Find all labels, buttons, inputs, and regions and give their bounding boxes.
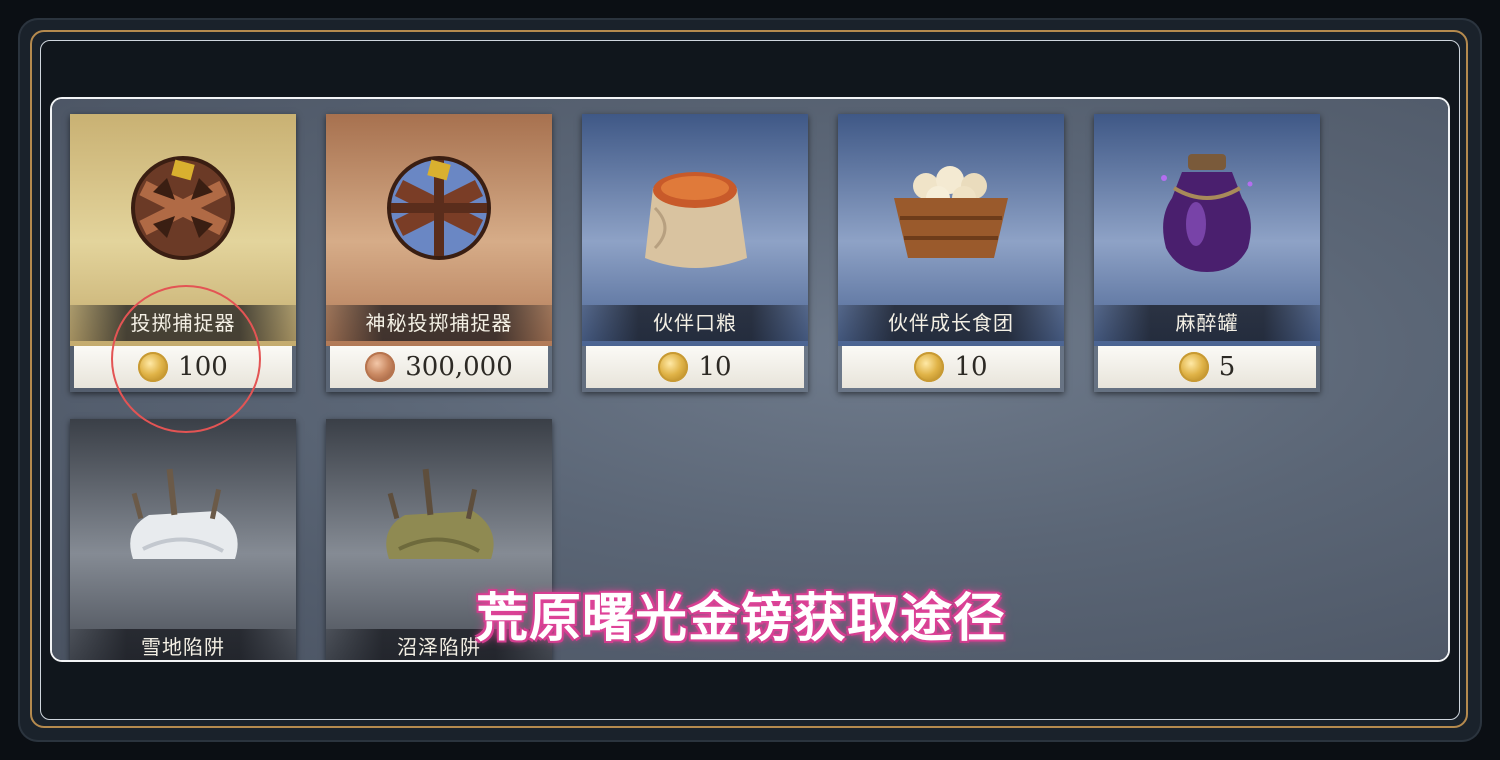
snow-trap-icon — [130, 468, 238, 559]
item-price: 10 — [698, 352, 732, 382]
copper-coin-icon — [365, 352, 396, 382]
item-price: 10 — [954, 352, 988, 382]
item-price-row: 10 — [586, 346, 804, 388]
shop-item-card[interactable]: 雪地陷阱 — [70, 419, 296, 660]
gold-coin-icon — [1178, 352, 1209, 382]
highlight-circle — [111, 285, 261, 433]
throwing-capturer-icon — [131, 156, 235, 260]
food-sack-icon — [645, 172, 747, 268]
gold-coin-icon — [914, 352, 945, 382]
food-basket-icon — [894, 166, 1008, 258]
item-price-row: 300,000 — [330, 346, 548, 388]
shop-item-card[interactable]: 伙伴口粮 10 — [582, 114, 808, 392]
item-price: 300,000 — [405, 352, 513, 382]
item-name: 麻醉罐 — [1094, 305, 1320, 341]
item-price-row: 10 — [842, 346, 1060, 388]
mystery-throwing-capturer-icon — [387, 156, 491, 260]
item-name: 神秘投掷捕捉器 — [326, 305, 552, 341]
video-caption: 荒原曙光金镑获取途径 — [476, 589, 1007, 649]
item-name: 伙伴口粮 — [582, 305, 808, 341]
item-price-row: 5 — [1098, 346, 1316, 388]
gold-coin-icon — [658, 352, 689, 382]
shop-item-card[interactable]: 神秘投掷捕捉器 300,000 — [326, 114, 552, 392]
shop-item-card[interactable]: 伙伴成长食团 10 — [838, 114, 1064, 392]
tranquilizer-jar-icon — [1161, 154, 1253, 272]
shop-screen: 投掷捕捉器 100 神秘投掷捕捉器 300,000 伙伴口粮 10 伙伴成长食团… — [52, 99, 1448, 660]
item-price: 5 — [1218, 352, 1236, 382]
swamp-trap-icon — [386, 468, 494, 559]
item-name: 雪地陷阱 — [70, 629, 296, 660]
shop-item-card[interactable]: 麻醉罐 5 — [1094, 114, 1320, 392]
item-name: 伙伴成长食团 — [838, 305, 1064, 341]
